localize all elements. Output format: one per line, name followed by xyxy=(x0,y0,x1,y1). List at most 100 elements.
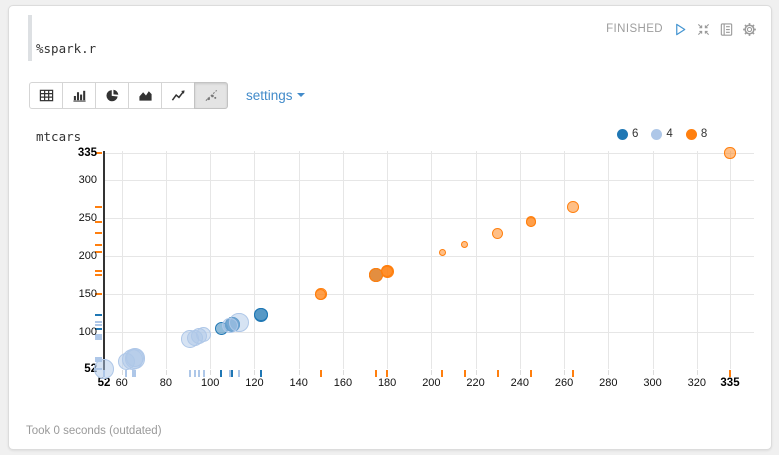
y-axis-label: 300 xyxy=(29,174,97,186)
x-rug-tick xyxy=(260,370,262,377)
scatter-point[interactable] xyxy=(94,359,114,379)
x-rug-tick xyxy=(231,370,233,377)
legend-label: 4 xyxy=(666,128,672,140)
scatter-point[interactable] xyxy=(526,217,536,227)
y-rug-tick xyxy=(95,321,102,323)
y-axis-label: 335 xyxy=(29,147,97,159)
x-axis-label: 280 xyxy=(588,377,628,389)
x-rug-tick xyxy=(497,370,499,377)
gridline-vertical xyxy=(608,151,609,369)
scatter-chart: 5260801001201401601802002202402602803003… xyxy=(9,6,771,449)
y-rug-tick xyxy=(95,338,102,340)
x-axis-tick xyxy=(299,370,300,375)
x-axis-label: 180 xyxy=(367,377,407,389)
legend-item-8[interactable]: 8 xyxy=(686,128,707,140)
gridline-horizontal xyxy=(104,153,754,154)
x-axis-label: 140 xyxy=(279,377,319,389)
gridline-horizontal xyxy=(104,294,754,295)
legend-label: 6 xyxy=(632,128,638,140)
x-rug-tick xyxy=(220,370,222,377)
scatter-point[interactable] xyxy=(492,228,503,239)
scatter-point[interactable] xyxy=(181,330,199,348)
scatter-point[interactable] xyxy=(222,318,237,333)
x-rug-tick xyxy=(386,370,388,377)
x-axis-tick xyxy=(431,370,432,375)
x-axis-label: 260 xyxy=(544,377,584,389)
x-rug-tick xyxy=(189,370,191,377)
scatter-point[interactable] xyxy=(567,201,579,213)
scatter-point[interactable] xyxy=(439,249,446,256)
gridline-horizontal xyxy=(104,256,754,257)
x-rug-tick xyxy=(203,370,205,377)
gridline-vertical xyxy=(730,151,731,369)
y-axis-label: 200 xyxy=(29,250,97,262)
gridline-vertical xyxy=(299,151,300,369)
x-rug-tick xyxy=(238,370,240,377)
legend-item-4[interactable]: 4 xyxy=(651,128,672,140)
x-axis-tick xyxy=(608,370,609,375)
x-axis-label: 80 xyxy=(146,377,186,389)
x-rug-tick xyxy=(441,370,443,377)
scatter-point[interactable] xyxy=(724,147,735,158)
scatter-point[interactable] xyxy=(461,241,468,248)
gridline-vertical xyxy=(166,151,167,369)
gridline-vertical xyxy=(564,151,565,369)
x-rug-tick xyxy=(134,370,136,377)
legend-label: 8 xyxy=(701,128,707,140)
x-axis-tick xyxy=(476,370,477,375)
x-rug-tick xyxy=(198,370,200,377)
gridline-vertical xyxy=(476,151,477,369)
x-axis-label: 120 xyxy=(234,377,274,389)
x-axis-label: 300 xyxy=(633,377,673,389)
gridline-vertical xyxy=(122,151,123,369)
gridline-vertical xyxy=(431,151,432,369)
y-axis-label: 150 xyxy=(29,288,97,300)
scatter-point[interactable] xyxy=(381,266,392,277)
gridline-vertical xyxy=(387,151,388,369)
x-rug-tick xyxy=(464,370,466,377)
x-axis-label: 240 xyxy=(500,377,540,389)
gridline-vertical xyxy=(343,151,344,369)
x-axis-tick xyxy=(166,370,167,375)
gridline-vertical xyxy=(653,151,654,369)
legend-dot xyxy=(686,129,697,140)
x-axis-label: 160 xyxy=(323,377,363,389)
x-rug-tick xyxy=(194,370,196,377)
x-rug-tick xyxy=(530,370,532,377)
y-axis-label: 250 xyxy=(29,212,97,224)
gridline-horizontal xyxy=(104,180,754,181)
x-axis-tick xyxy=(210,370,211,375)
x-rug-tick xyxy=(229,370,231,377)
x-axis-tick xyxy=(564,370,565,375)
x-axis-label: 200 xyxy=(411,377,451,389)
y-rug-tick xyxy=(95,314,102,316)
gridline-vertical xyxy=(520,151,521,369)
x-axis-label: 60 xyxy=(102,377,142,389)
x-axis-label: 220 xyxy=(456,377,496,389)
x-rug-tick xyxy=(320,370,322,377)
x-axis-tick xyxy=(697,370,698,375)
x-axis-label: 100 xyxy=(190,377,230,389)
x-axis-tick xyxy=(343,370,344,375)
paragraph-card: %spark.r data(mtcars) mtcars FINISHED xyxy=(8,5,772,450)
x-rug-tick xyxy=(572,370,574,377)
gridline-vertical xyxy=(697,151,698,369)
gridline-horizontal xyxy=(104,218,754,219)
x-axis-tick xyxy=(520,370,521,375)
x-axis-label: 335 xyxy=(710,377,750,389)
legend-dot xyxy=(617,129,628,140)
scatter-point[interactable] xyxy=(254,308,267,321)
x-axis-tick xyxy=(653,370,654,375)
gridline-vertical xyxy=(254,151,255,369)
y-rug-tick xyxy=(95,206,102,208)
chart-legend: 6 4 8 xyxy=(617,128,707,140)
y-rug-tick xyxy=(95,270,102,272)
y-rug-tick xyxy=(95,274,102,276)
y-rug-tick xyxy=(95,232,102,234)
paragraph-footer: Took 0 seconds (outdated) xyxy=(26,425,162,437)
x-rug-tick xyxy=(375,370,377,377)
legend-dot xyxy=(651,129,662,140)
x-rug-tick xyxy=(729,370,731,377)
y-axis-label: 100 xyxy=(29,326,97,338)
legend-item-6[interactable]: 6 xyxy=(617,128,638,140)
